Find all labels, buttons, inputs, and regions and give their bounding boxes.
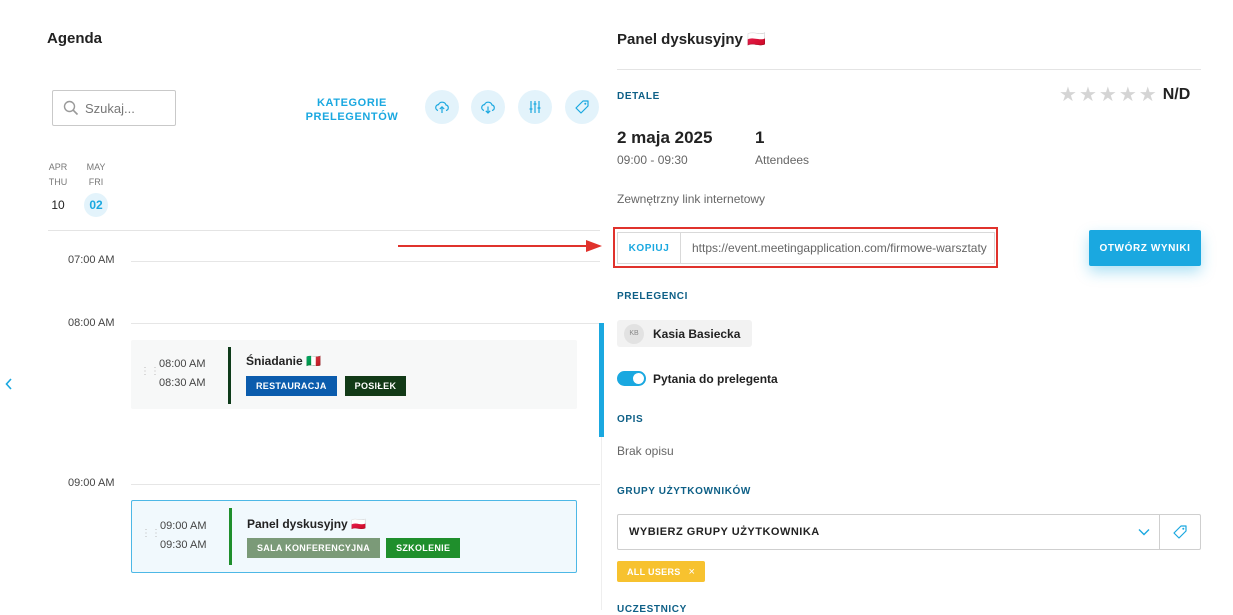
user-groups-placeholder: WYBIERZ GRUPY UŻYTKOWNIKA xyxy=(629,526,820,538)
speaker-categories-label-line1: KATEGORIE xyxy=(317,97,387,109)
attendee-count: 1 xyxy=(755,128,765,147)
day-month: APR xyxy=(48,162,68,172)
rating[interactable]: ★ ★ ★ ★ ★ N/D xyxy=(1059,85,1190,105)
time-label: 08:00 AM xyxy=(68,317,115,329)
group-chip-all-users[interactable]: ALL USERS × xyxy=(617,561,706,582)
star-icon[interactable]: ★ xyxy=(1119,85,1137,105)
time-label: 07:00 AM xyxy=(68,254,115,266)
day-number: 10 xyxy=(51,198,65,212)
group-chip-label: ALL USERS xyxy=(627,566,681,577)
event-end-time: 09:30 AM xyxy=(160,539,207,551)
questions-label: Pytania do prelegenta xyxy=(653,372,778,386)
cloud-download-icon xyxy=(481,101,495,114)
time-label: 09:00 AM xyxy=(68,477,115,489)
chevron-left-icon xyxy=(5,378,12,390)
annotation-arrow-icon xyxy=(398,240,602,252)
day-apr-10[interactable]: APR THU 10 xyxy=(46,160,70,217)
scroll-indicator[interactable] xyxy=(599,323,604,437)
open-results-button[interactable]: OTWÓRZ WYNIKI xyxy=(1089,230,1201,266)
event-start-time: 08:00 AM xyxy=(159,358,206,370)
upload-button[interactable] xyxy=(425,90,459,124)
day-month: MAY xyxy=(86,162,106,172)
star-icon[interactable]: ★ xyxy=(1059,85,1077,105)
speaker-categories-button[interactable]: KATEGORIE PRELEGENTÓW xyxy=(300,96,404,124)
rating-value: N/D xyxy=(1162,86,1191,103)
event-tags: SALA KONFERENCYJNA SZKOLENIE xyxy=(247,538,461,558)
event-date: 2 maja 2025 xyxy=(617,128,713,147)
avatar: KB xyxy=(624,323,644,344)
hour-line xyxy=(131,323,600,324)
event-card-sniadanie[interactable]: ⋮⋮ 08:00 AM 08:30 AM Śniadanie 🇮🇹 RESTAU… xyxy=(131,340,577,409)
star-icon[interactable]: ★ xyxy=(1079,85,1097,105)
external-link-label: Zewnętrzny link internetowy xyxy=(617,192,766,206)
pane-divider xyxy=(601,437,602,610)
day-may-02[interactable]: MAY FRI 02 xyxy=(84,160,108,217)
star-icon[interactable]: ★ xyxy=(1099,85,1117,105)
toggle-knob xyxy=(633,373,644,384)
search-icon xyxy=(63,100,79,116)
event-detail-title: Panel dyskusyjny 🇵🇱 xyxy=(617,31,766,48)
speakers-section-label: PRELEGENCI xyxy=(617,291,689,302)
user-groups-section-label: GRUPY UŻYTKOWNIKÓW xyxy=(617,486,751,497)
tag-icon xyxy=(1173,525,1187,539)
event-title: Śniadanie 🇮🇹 xyxy=(246,354,321,368)
agenda-pane: Agenda Szukaj... KATEGORIE PRELEGENTÓW A… xyxy=(0,0,600,610)
cloud-upload-icon xyxy=(435,101,449,113)
search-input[interactable]: Szukaj... xyxy=(52,90,176,126)
group-tag-button[interactable] xyxy=(1160,524,1200,540)
details-section-label: DETALE xyxy=(617,91,660,102)
description-text: Brak opisu xyxy=(617,444,674,458)
agenda-title: Agenda xyxy=(47,30,103,47)
day-weekday: THU xyxy=(48,177,68,187)
hour-line xyxy=(131,261,600,262)
collapse-button[interactable] xyxy=(4,377,14,396)
event-tags: RESTAURACJA POSIŁEK xyxy=(246,376,407,396)
speaker-name: Kasia Basiecka xyxy=(653,326,741,341)
event-title: Panel dyskusyjny 🇵🇱 xyxy=(247,517,366,531)
sliders-icon xyxy=(529,101,541,113)
close-icon[interactable]: × xyxy=(689,566,696,578)
tag-posilek: POSIŁEK xyxy=(344,376,407,396)
questions-toggle[interactable] xyxy=(617,371,646,386)
day-number-selected: 02 xyxy=(84,193,108,217)
chevron-down-icon[interactable] xyxy=(1137,525,1151,539)
event-end-time: 08:30 AM xyxy=(159,377,206,389)
description-section-label: OPIS xyxy=(617,414,644,425)
attendee-label: Attendees xyxy=(755,153,810,167)
filters-button[interactable] xyxy=(518,90,552,124)
drag-handle-icon[interactable]: ⋮⋮ xyxy=(141,529,161,539)
event-start-time: 09:00 AM xyxy=(160,520,207,532)
event-card-panel-dyskusyjny[interactable]: ⋮⋮ 09:00 AM 09:30 AM Panel dyskusyjny 🇵🇱… xyxy=(131,500,577,573)
search-placeholder: Szukaj... xyxy=(85,100,135,116)
tag-restauracja: RESTAURACJA xyxy=(246,376,337,396)
drag-handle-icon[interactable]: ⋮⋮ xyxy=(140,367,160,377)
event-color-bar xyxy=(229,508,232,565)
tag-szkolenie: SZKOLENIE xyxy=(386,538,461,558)
speaker-categories-label-line2: PRELEGENTÓW xyxy=(305,111,399,123)
title-separator xyxy=(617,69,1201,70)
star-icon[interactable]: ★ xyxy=(1139,85,1157,105)
annotation-highlight-box xyxy=(613,227,998,268)
user-groups-select[interactable]: WYBIERZ GRUPY UŻYTKOWNIKA xyxy=(617,514,1201,550)
day-weekday: FRI xyxy=(88,177,104,187)
event-color-bar xyxy=(228,347,231,404)
tag-sala-konferencyjna: SALA KONFERENCYJNA xyxy=(247,538,381,558)
event-time-range: 09:00 - 09:30 xyxy=(617,153,688,167)
details-pane: Panel dyskusyjny 🇵🇱 DETALE ★ ★ ★ ★ ★ N/D… xyxy=(613,0,1233,615)
tag-icon xyxy=(575,100,589,114)
tags-button[interactable] xyxy=(565,90,599,124)
agenda-separator xyxy=(48,230,600,231)
speaker-chip[interactable]: KB Kasia Basiecka xyxy=(617,320,753,347)
hour-line xyxy=(131,484,600,485)
download-button[interactable] xyxy=(471,90,505,124)
